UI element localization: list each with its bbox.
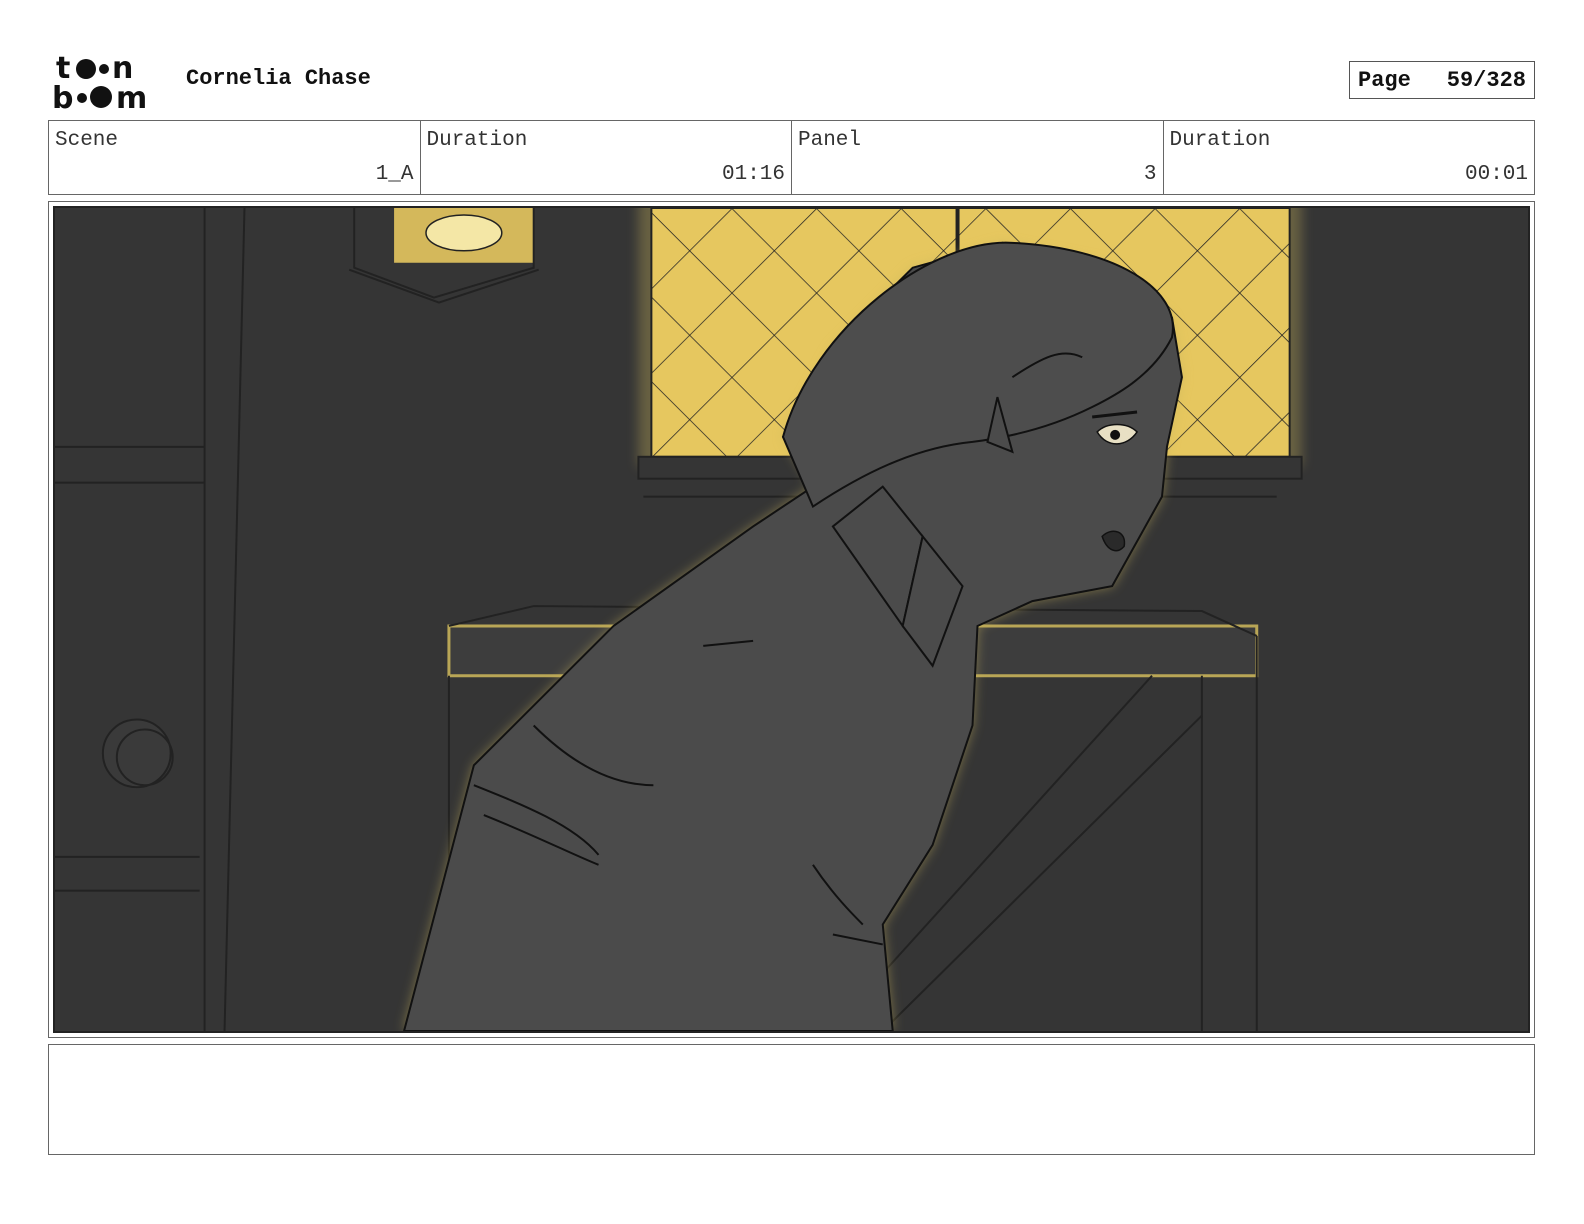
- toon-boom-logo: t n b m: [52, 50, 164, 112]
- svg-text:m: m: [116, 81, 147, 112]
- scene-duration-label: Duration: [426, 129, 528, 152]
- panel-duration-label: Duration: [1169, 129, 1271, 152]
- scene-duration-cell: Duration 01:16: [421, 121, 792, 194]
- page-number: 59/328: [1446, 67, 1526, 93]
- panel-cell: Panel 3: [792, 121, 1164, 194]
- scene-duration-value: 01:16: [721, 163, 785, 186]
- storyboard-panel-frame: [48, 201, 1535, 1038]
- scene-value: 1_A: [375, 163, 414, 186]
- scene-cell: Scene 1_A: [49, 121, 421, 194]
- scene-label: Scene: [55, 129, 119, 152]
- panel-label: Panel: [798, 129, 862, 152]
- page-label: Page: [1358, 67, 1411, 93]
- panel-drawing: [55, 208, 1528, 1031]
- page-indicator: Page 59/328: [1349, 61, 1535, 99]
- panel-duration-cell: Duration 00:01: [1164, 121, 1535, 194]
- panel-notes-box: [48, 1044, 1535, 1155]
- panel-duration-value: 00:01: [1464, 163, 1528, 186]
- storyboard-panel-image: [53, 206, 1530, 1033]
- project-title: Cornelia Chase: [186, 66, 371, 91]
- panel-value: 3: [1143, 163, 1157, 186]
- svg-text:b: b: [52, 81, 73, 112]
- toon-boom-logo-mark: t n b m: [52, 51, 147, 112]
- panel-info-table: Scene 1_A Duration 01:16 Panel 3 Duratio…: [48, 120, 1535, 195]
